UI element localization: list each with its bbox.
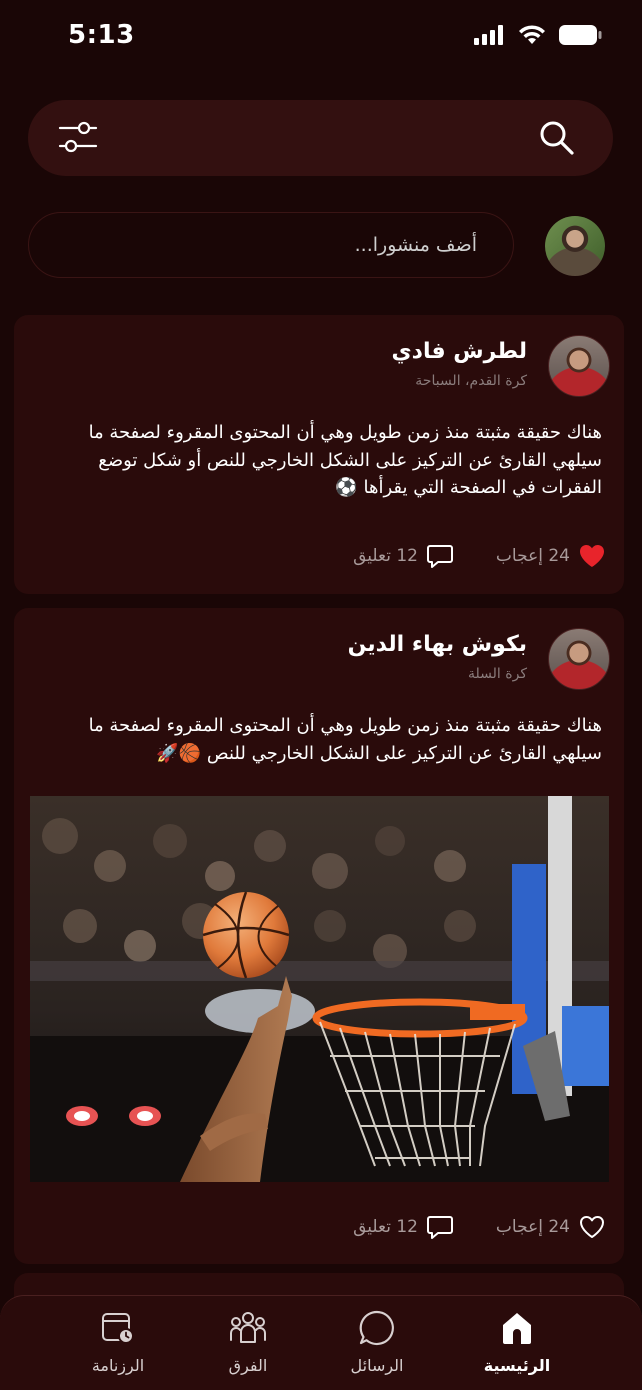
comment-button[interactable]: 12 تعليق: [353, 543, 454, 569]
post-actions: 24 إعجاب 12 تعليق: [14, 543, 624, 573]
battery-icon: [559, 25, 602, 45]
heart-icon: [580, 545, 604, 567]
likes-count: 24 إعجاب: [495, 1217, 570, 1237]
post-card: بكوش بهاء الدين كرة السلة هناك حقيقة مثب…: [14, 608, 624, 1264]
nav-teams-label: الفرق: [228, 1356, 268, 1375]
nav-home-label: الرئيسية: [483, 1356, 551, 1375]
like-button[interactable]: 24 إعجاب: [496, 543, 606, 569]
search-icon: [540, 121, 574, 155]
author-sports: كرة السلة: [468, 666, 527, 682]
status-bar: 5:13: [0, 0, 642, 80]
author-sports: كرة القدم، السباحة: [415, 373, 527, 389]
comment-icon: [427, 545, 453, 568]
nav-teams[interactable]: الفرق: [193, 1308, 303, 1375]
status-time: 5:13: [68, 20, 135, 50]
nav-messages-label: الرسائل: [350, 1356, 404, 1375]
author-name[interactable]: لطرش فادي: [391, 339, 527, 364]
comments-count: 12 تعليق: [353, 1217, 418, 1237]
post-text: هناك حقيقة مثبتة منذ زمن طويل وهي أن الم…: [88, 422, 602, 498]
add-post-input[interactable]: أضف منشورا...: [28, 212, 514, 278]
comments-count: 12 تعليق: [353, 546, 418, 566]
status-icons: [474, 24, 602, 46]
author-avatar[interactable]: [548, 628, 610, 690]
home-icon: [503, 1313, 531, 1344]
heart-outline-icon: [580, 1216, 604, 1238]
bottom-nav: الرئيسية الرسائل الفرق الرزنامة: [0, 1295, 642, 1390]
schedule-icon: [102, 1313, 134, 1344]
wifi-icon: [519, 25, 545, 44]
comment-button[interactable]: 12 تعليق: [353, 1214, 454, 1240]
current-user-avatar[interactable]: [545, 216, 605, 276]
post-image-basketball[interactable]: [30, 796, 609, 1182]
cellular-signal-icon: [474, 25, 503, 45]
author-name[interactable]: بكوش بهاء الدين: [348, 632, 527, 657]
likes-count: 24 إعجاب: [495, 546, 570, 566]
nav-messages[interactable]: الرسائل: [322, 1308, 432, 1375]
search-button[interactable]: [537, 118, 577, 158]
post-card: لطرش فادي كرة القدم، السباحة هناك حقيقة …: [14, 315, 624, 594]
post-actions: 24 إعجاب 12 تعليق: [14, 1214, 624, 1244]
basketball-photo: [30, 796, 609, 1182]
nav-schedule[interactable]: الرزنامة: [63, 1308, 173, 1375]
filter-icon: [58, 121, 98, 153]
post-composer: أضف منشورا...: [28, 212, 613, 282]
post-text: هناك حقيقة مثبتة منذ زمن طويل وهي أن الم…: [88, 715, 602, 764]
author-avatar[interactable]: [548, 335, 610, 397]
comment-icon: [427, 1216, 453, 1239]
nav-schedule-label: الرزنامة: [91, 1356, 145, 1375]
filter-button[interactable]: [58, 120, 98, 156]
teams-icon: [230, 1312, 266, 1343]
search-bar[interactable]: [28, 100, 613, 176]
nav-home[interactable]: الرئيسية: [462, 1308, 572, 1375]
messages-icon: [359, 1310, 394, 1346]
like-button[interactable]: 24 إعجاب: [496, 1214, 606, 1240]
